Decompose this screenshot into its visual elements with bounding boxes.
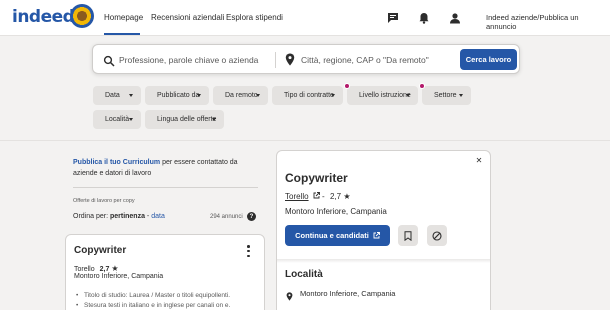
- filter-sector[interactable]: Settore: [419, 83, 471, 105]
- top-navigation: indeed Homepage Recensioni aziendali Esp…: [0, 0, 610, 36]
- chevron-down-icon: [459, 94, 463, 97]
- filter-education-level[interactable]: Livello istruzione: [344, 83, 418, 105]
- chevron-down-icon: [212, 118, 216, 121]
- job-detail-title: Copywriter: [285, 171, 348, 185]
- indeed-logo[interactable]: indeed: [12, 7, 75, 27]
- person-icon[interactable]: [449, 11, 461, 24]
- job-detail-company: Torello - 2,7 ★: [285, 192, 350, 201]
- filter-date[interactable]: Data: [93, 86, 141, 105]
- header-shadow: [277, 259, 490, 263]
- company-rating: 2,7: [329, 192, 342, 201]
- star-icon: ★: [343, 192, 351, 201]
- filter-label: Settore: [434, 92, 457, 99]
- job-keyword-input[interactable]: [119, 51, 289, 69]
- job-card[interactable]: Copywriter Torello 2,7 ★ Montoro Inferior…: [65, 234, 265, 310]
- chevron-down-icon: [406, 94, 410, 97]
- chevron-down-icon: [256, 94, 260, 97]
- section-divider: [0, 140, 610, 141]
- job-card-location: Montoro Inferiore, Campania: [74, 273, 164, 280]
- snippet-bullet: Titolo di studio: Laurea / Master o tito…: [74, 291, 260, 301]
- filter-label: Località: [105, 116, 130, 123]
- search-bar: Cerca lavoro: [92, 44, 520, 74]
- ban-icon: [432, 230, 442, 241]
- sort-by-date-link[interactable]: data: [151, 213, 165, 220]
- sunflower-logo-icon: [70, 4, 94, 28]
- search-query-note: Offerte di lavoro per copy: [73, 198, 135, 204]
- chevron-down-icon: [331, 94, 335, 97]
- company-rating: 2,7: [99, 266, 110, 273]
- external-link-icon: [373, 232, 380, 239]
- search-icon: [103, 54, 115, 67]
- chevron-down-icon: [197, 94, 201, 97]
- company-name: Torello: [74, 266, 95, 273]
- chevron-down-icon: [129, 94, 133, 97]
- find-jobs-button[interactable]: Cerca lavoro: [460, 49, 517, 70]
- location-pin-icon: [286, 288, 293, 301]
- indeed-page: indeed Homepage Recensioni aziendali Esp…: [0, 0, 610, 310]
- filter-label: Lingua delle offerte: [157, 116, 217, 123]
- left-divider: [73, 187, 258, 188]
- nav-salaries[interactable]: Esplora stipendi: [226, 13, 283, 22]
- active-tab-underline: [104, 33, 140, 35]
- filter-remote[interactable]: Da remoto: [213, 86, 268, 105]
- apply-label: Continua e candidati: [295, 231, 369, 240]
- active-filter-dot: [419, 83, 425, 89]
- search-divider: [275, 52, 276, 68]
- chevron-down-icon: [129, 118, 133, 121]
- apply-button[interactable]: Continua e candidati: [285, 225, 390, 246]
- filter-label: Da remoto: [225, 92, 258, 99]
- filter-posted-by[interactable]: Pubblicato da: [145, 86, 209, 105]
- upload-cv-prompt: Pubblica il tuo Curriculum per essere co…: [73, 157, 258, 179]
- star-icon: ★: [111, 264, 119, 273]
- filter-label: Livello istruzione: [359, 92, 411, 99]
- filter-label: Pubblicato da: [157, 92, 200, 99]
- job-detail-location: Montoro Inferiore, Campania: [285, 207, 387, 216]
- sort-control: Ordina per: pertinenza - data: [73, 213, 165, 220]
- active-filter-dot: [344, 83, 350, 89]
- employers-link[interactable]: Indeed aziende/Pubblica un annuncio: [486, 13, 610, 31]
- more-options-icon[interactable]: [247, 245, 251, 257]
- location-section-value: Montoro Inferiore, Campania: [300, 289, 396, 298]
- job-card-title[interactable]: Copywriter: [74, 245, 126, 256]
- nav-company-reviews[interactable]: Recensioni aziendali: [151, 13, 224, 22]
- sort-prefix: Ordina per:: [73, 213, 110, 220]
- filter-location[interactable]: Località: [93, 110, 141, 129]
- chat-icon[interactable]: [387, 11, 399, 23]
- bookmark-icon: [404, 230, 412, 241]
- help-icon[interactable]: ?: [247, 212, 256, 221]
- results-count: 294 annunci: [210, 214, 243, 220]
- location-pin-icon: [285, 53, 295, 66]
- job-card-snippet: Titolo di studio: Laurea / Master o tito…: [74, 291, 260, 310]
- location-section-title: Località: [285, 269, 323, 280]
- filter-language[interactable]: Lingua delle offerte: [145, 110, 224, 129]
- filter-label: Data: [105, 92, 120, 99]
- snippet-bullet: Stesura testi in italiano e in inglese p…: [74, 301, 260, 310]
- bell-icon[interactable]: [418, 11, 430, 24]
- sort-current: pertinenza: [109, 213, 145, 220]
- close-icon[interactable]: ✕: [474, 155, 484, 165]
- save-job-button[interactable]: [398, 225, 418, 246]
- location-input[interactable]: [301, 51, 461, 69]
- filter-contract-type[interactable]: Tipo di contratto: [272, 86, 343, 105]
- rating-separator: -: [322, 192, 325, 201]
- company-link[interactable]: Torello: [285, 192, 309, 201]
- not-interested-button[interactable]: [427, 225, 447, 246]
- nav-homepage[interactable]: Homepage: [104, 13, 143, 22]
- external-link-icon: [313, 192, 320, 199]
- upload-cv-link[interactable]: Pubblica il tuo Curriculum: [73, 159, 160, 166]
- filter-label: Tipo di contratto: [284, 92, 334, 99]
- job-card-company: Torello 2,7 ★: [74, 264, 118, 273]
- job-detail-panel: ✕ Copywriter Torello - 2,7 ★ Montoro Inf…: [276, 150, 491, 310]
